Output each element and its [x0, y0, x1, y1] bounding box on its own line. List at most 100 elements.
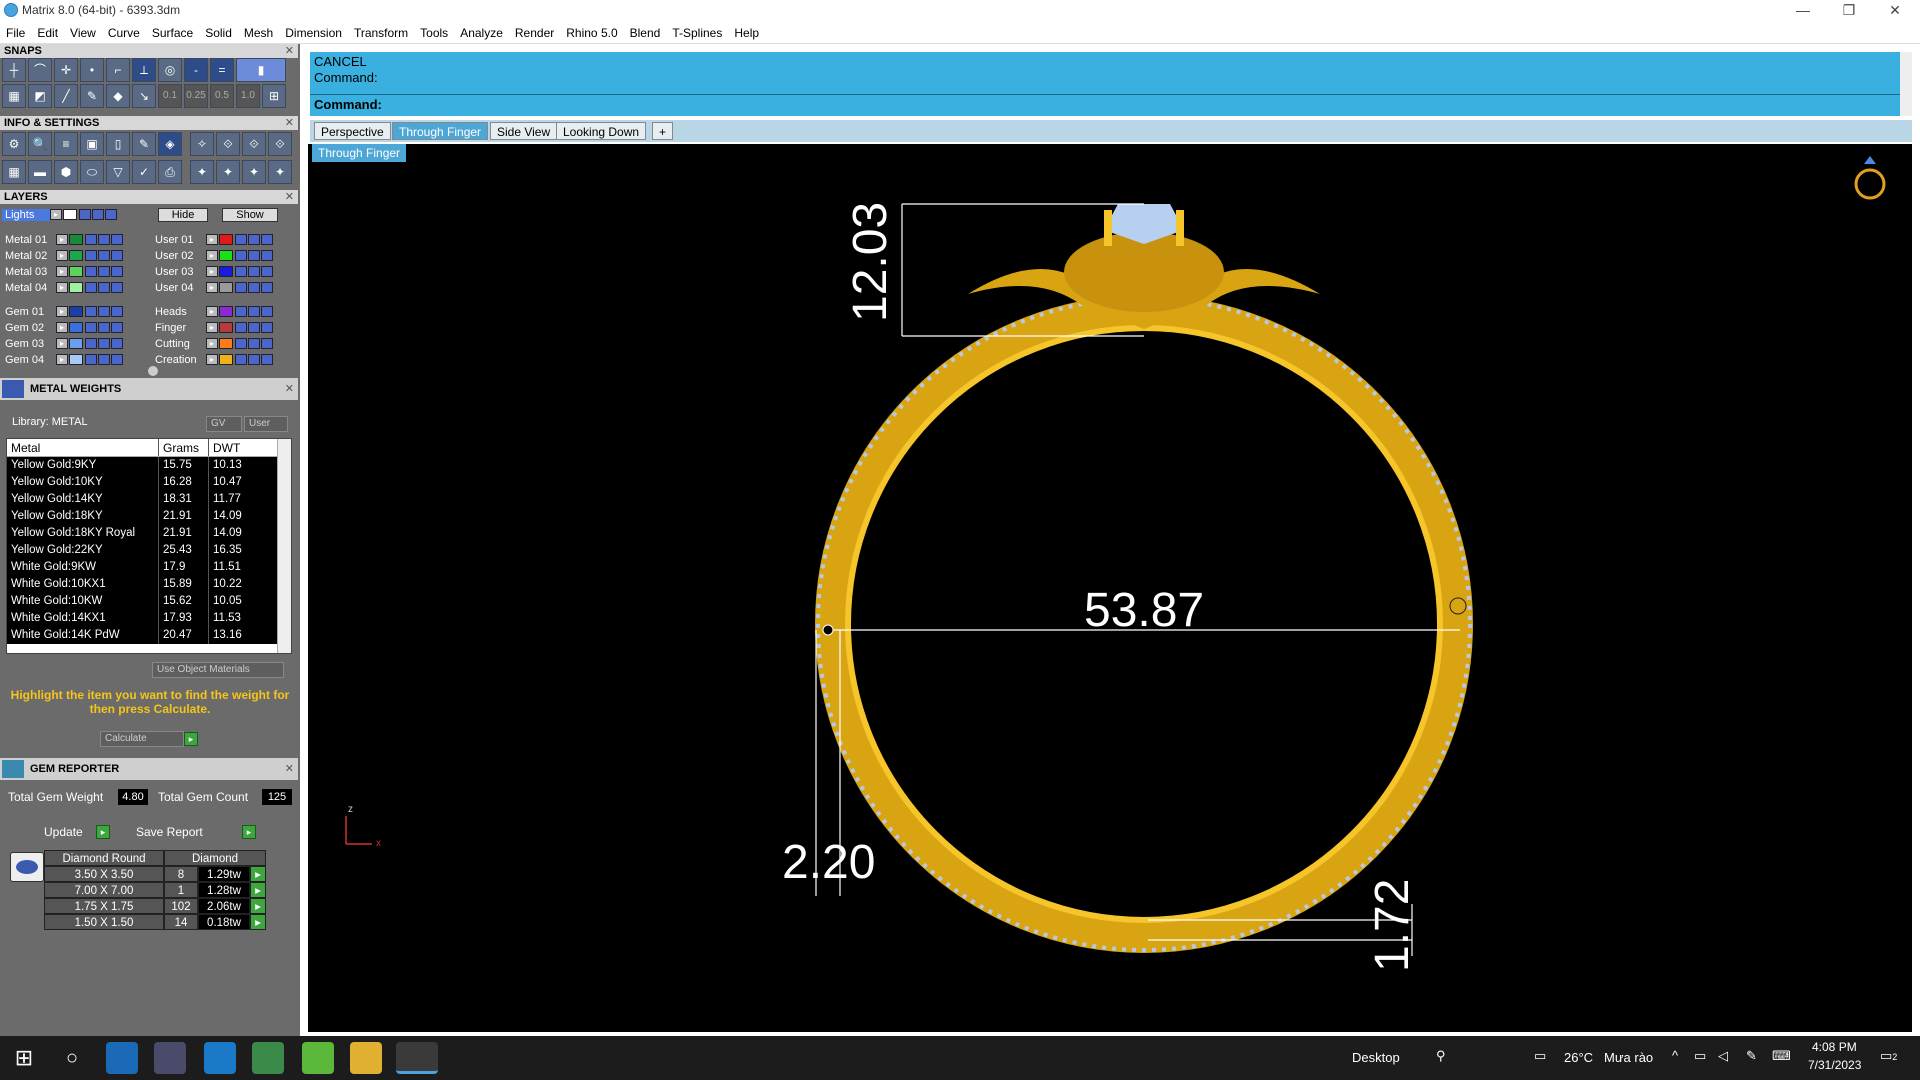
calculate-button[interactable]: Calculate [100, 731, 184, 747]
menu-surface[interactable]: Surface [146, 22, 199, 44]
select-icon[interactable] [111, 250, 123, 261]
panel-expand-icon[interactable] [148, 366, 158, 376]
tab-looking-down[interactable]: Looking Down [556, 122, 647, 140]
layer-row[interactable]: Metal 03 ▸ [2, 264, 124, 279]
select-icon[interactable] [111, 266, 123, 277]
select-icon[interactable] [111, 282, 123, 293]
show-button[interactable]: Show [222, 207, 278, 222]
select-icon[interactable] [261, 234, 273, 245]
store-icon[interactable] [154, 1042, 186, 1074]
table-row[interactable]: Yellow Gold:9KY 15.75 10.13 [7, 457, 291, 474]
gem-go-icon[interactable]: ▸ [250, 882, 266, 898]
visibility-icon[interactable] [98, 266, 110, 277]
expand-icon[interactable]: ▸ [56, 306, 68, 317]
select-icon[interactable] [261, 322, 273, 333]
menu-transform[interactable]: Transform [348, 22, 414, 44]
hide-button[interactable]: Hide [158, 207, 208, 222]
expand-icon[interactable]: ▸ [206, 250, 218, 261]
lock-icon[interactable] [85, 234, 97, 245]
metal-weights-table[interactable]: Metal Grams DWT Yellow Gold:9KY 15.75 10.1… [6, 438, 292, 654]
gv-button[interactable]: GV [206, 416, 242, 432]
pencil-icon[interactable]: ✎ [80, 84, 104, 108]
grid-view-icon[interactable]: ▦ [2, 160, 26, 184]
edge-icon[interactable] [106, 1042, 138, 1074]
box-icon[interactable]: ▣ [80, 132, 104, 156]
layer-color-swatch[interactable] [219, 322, 233, 333]
select-icon[interactable] [261, 266, 273, 277]
tab-through-finger[interactable]: Through Finger [392, 122, 489, 140]
menu-file[interactable]: File [0, 22, 31, 44]
use-object-materials-button[interactable]: Use Object Materials [152, 662, 284, 678]
layer-color-swatch[interactable] [219, 266, 233, 277]
file-explorer-icon[interactable] [350, 1042, 382, 1074]
menu-rhino[interactable]: Rhino 5.0 [560, 22, 623, 44]
user-button[interactable]: User [244, 416, 288, 432]
layer-color-swatch[interactable] [219, 354, 233, 365]
table-scrollbar[interactable] [277, 439, 291, 653]
update-go-icon[interactable]: ▸ [96, 825, 110, 839]
table-row[interactable]: White Gold:10KW 15.62 10.05 [7, 593, 291, 610]
render-b-icon[interactable]: ✦ [216, 160, 240, 184]
snap-center-icon[interactable]: ◎ [158, 58, 182, 82]
table-row[interactable]: Yellow Gold:18KY Royal 21.91 14.09 [7, 525, 291, 542]
visibility-icon[interactable] [248, 250, 260, 261]
gem-row[interactable]: 1.75 X 1.75 102 2.06tw ▸ [44, 898, 266, 914]
layer-color-swatch[interactable] [69, 282, 83, 293]
app-icon[interactable] [302, 1042, 334, 1074]
layer-color-swatch[interactable] [69, 306, 83, 317]
menu-view[interactable]: View [64, 22, 102, 44]
minimize-button[interactable]: — [1780, 0, 1826, 22]
snap-value-3[interactable]: 0.5 [210, 84, 234, 108]
print-icon[interactable]: ⎙ [158, 160, 182, 184]
select-icon[interactable] [261, 250, 273, 261]
lock-icon[interactable] [235, 306, 247, 317]
select-icon[interactable] [261, 354, 273, 365]
weather-temp[interactable]: 26°C [1564, 1050, 1593, 1065]
snap-mid-icon[interactable]: - [184, 58, 208, 82]
lock-icon[interactable] [85, 282, 97, 293]
snap-value-1[interactable]: 0.1 [158, 84, 182, 108]
3d-viewport[interactable]: Through Finger 12.03 53.87 2.20 1.72 z x [308, 144, 1912, 1032]
layer-row[interactable]: Metal 04 ▸ [2, 280, 124, 295]
lock-icon[interactable] [235, 250, 247, 261]
layer-row[interactable]: Finger ▸ [152, 320, 274, 335]
menu-edit[interactable]: Edit [31, 22, 64, 44]
snap-perp-icon[interactable]: ⟂ [132, 58, 156, 82]
maximize-button[interactable]: ❐ [1826, 0, 1872, 22]
mail-icon[interactable] [204, 1042, 236, 1074]
diamond-icon[interactable]: ◆ [106, 84, 130, 108]
layer-row[interactable]: Metal 01 ▸ [2, 232, 124, 247]
layer-row[interactable]: Gem 01 ▸ [2, 304, 124, 319]
menu-tools[interactable]: Tools [414, 22, 454, 44]
visibility-icon[interactable] [248, 322, 260, 333]
select-icon[interactable] [261, 306, 273, 317]
lock-icon[interactable] [85, 306, 97, 317]
layer-color-swatch[interactable] [219, 306, 233, 317]
expand-icon[interactable]: ▸ [206, 354, 218, 365]
visibility-icon[interactable] [248, 266, 260, 277]
select-icon[interactable] [261, 282, 273, 293]
table-row[interactable]: White Gold:10KX1 15.89 10.22 [7, 576, 291, 593]
grid-icon[interactable]: ▦ [2, 84, 26, 108]
layer-row[interactable]: Heads ▸ [152, 304, 274, 319]
expand-icon[interactable]: ▸ [56, 354, 68, 365]
menu-dimension[interactable]: Dimension [279, 22, 348, 44]
render-d-icon[interactable]: ✦ [268, 160, 292, 184]
layer-row[interactable]: User 04 ▸ [152, 280, 274, 295]
expand-icon[interactable]: ▸ [56, 234, 68, 245]
layer-color-swatch[interactable] [219, 234, 233, 245]
network-icon[interactable]: ▭ [1694, 1048, 1706, 1064]
layer-color-swatch[interactable] [219, 338, 233, 349]
rhino-icon[interactable] [252, 1042, 284, 1074]
layer-color-swatch[interactable] [69, 250, 83, 261]
lock-icon[interactable] [235, 266, 247, 277]
layer-row[interactable]: Metal 02 ▸ [2, 248, 124, 263]
keyboard-icon[interactable]: ⌨ [1772, 1048, 1791, 1064]
select-icon[interactable] [111, 234, 123, 245]
close-icon[interactable]: ✕ [285, 378, 294, 400]
close-icon[interactable]: ✕ [285, 116, 294, 130]
expand-icon[interactable]: ▸ [206, 282, 218, 293]
lock-icon[interactable] [235, 338, 247, 349]
weather-desc[interactable]: Mưa rào [1604, 1050, 1653, 1065]
layer-row[interactable]: Cutting ▸ [152, 336, 274, 351]
